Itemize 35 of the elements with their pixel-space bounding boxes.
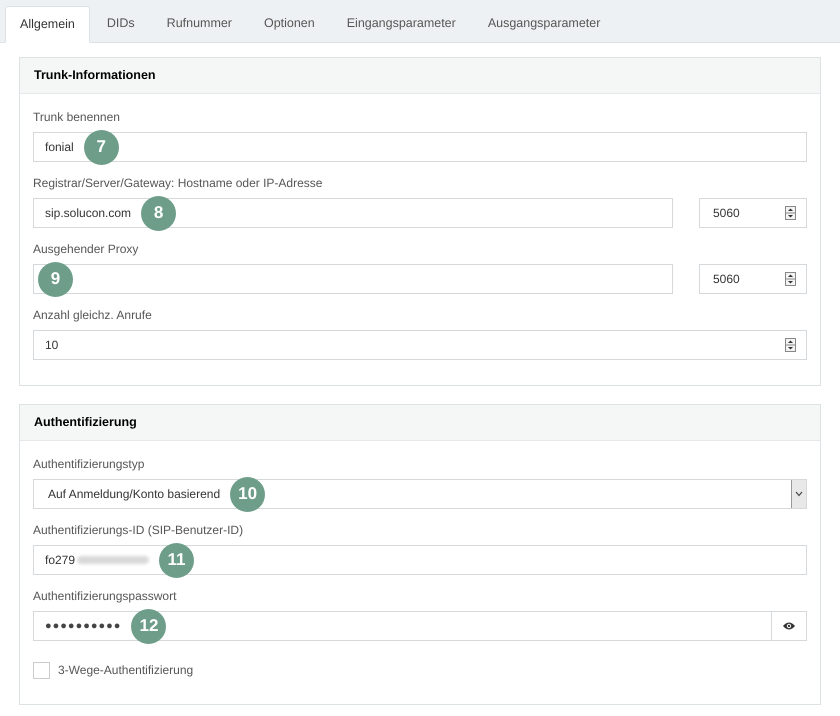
section-title: Trunk-Informationen: [34, 67, 156, 84]
field-label: Anzahl gleichz. Anrufe: [33, 307, 152, 324]
tab[interactable]: Eingangsparameter: [332, 5, 471, 42]
checkbox-label: 3-Wege-Authentifizierung: [58, 662, 194, 679]
tab[interactable]: DIDs: [92, 5, 150, 42]
field-label: Registrar/Server/Gateway: Hostname oder IP-Adresse: [33, 175, 322, 192]
tab[interactable]: Rufnummer: [152, 5, 247, 42]
password-field[interactable]: ●●●●●●●●●● 12: [33, 611, 807, 641]
checkbox[interactable]: [33, 662, 50, 678]
field-label: Trunk benennen: [33, 109, 120, 126]
number-field[interactable]: 10: [33, 330, 807, 360]
tab[interactable]: Allgemein: [5, 6, 90, 43]
section-title: Authentifizierung: [34, 414, 137, 432]
number-badge: 8: [141, 196, 176, 230]
number-badge: 11: [159, 542, 194, 578]
input-field[interactable]: fonial 7: [33, 132, 807, 162]
tab[interactable]: Ausgangsparameter: [472, 5, 616, 42]
spinner-icon[interactable]: [785, 338, 796, 352]
chevron-icon[interactable]: [791, 480, 806, 508]
field-label: Authentifizierungspasswort: [33, 588, 176, 605]
number-badge: 10: [230, 476, 266, 512]
port-field[interactable]: 5060: [699, 198, 807, 228]
spinner-icon[interactable]: [785, 206, 796, 220]
number-badge: 9: [38, 262, 73, 296]
number-badge: 12: [131, 608, 166, 644]
dropdown[interactable]: Auf Anmeldung/Konto basierend 10: [33, 479, 807, 509]
port-field[interactable]: 5060: [699, 264, 807, 294]
field-label: Authentifizierungstyp: [33, 456, 144, 473]
field-label: Ausgehender Proxy: [33, 241, 138, 258]
input-field[interactable]: sip.solucon.com 8: [33, 198, 673, 228]
field-label: Authentifizierungs-ID (SIP-Benutzer-ID): [33, 522, 244, 539]
input-field[interactable]: fo279 11: [33, 545, 807, 575]
tab[interactable]: Optionen: [248, 5, 330, 42]
spinner-icon[interactable]: [785, 272, 796, 286]
number-badge: 7: [84, 130, 119, 164]
